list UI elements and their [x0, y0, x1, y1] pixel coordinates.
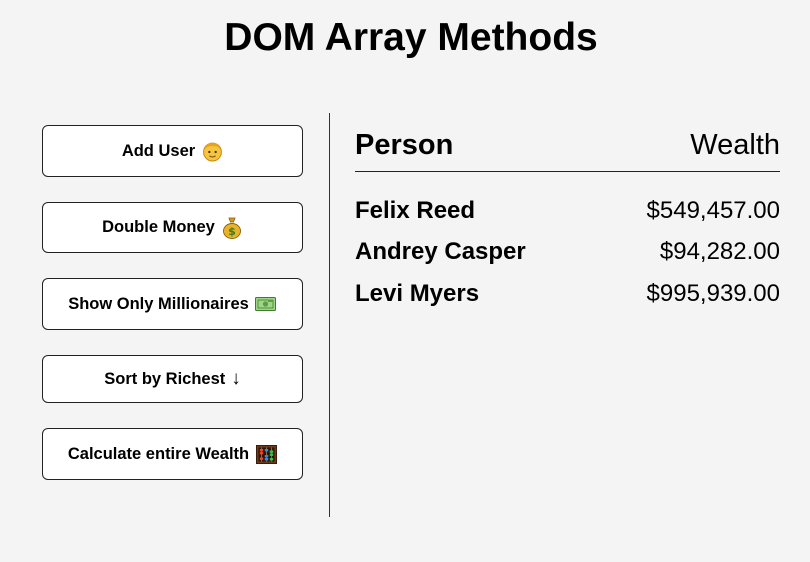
- table-rows: Felix Reed $549,457.00 Andrey Casper $94…: [355, 190, 780, 315]
- person-icon: [201, 140, 223, 162]
- header-wealth: Wealth: [690, 129, 780, 161]
- add-user-button[interactable]: Add User: [42, 125, 303, 177]
- calculate-wealth-button[interactable]: Calculate entire Wealth: [42, 428, 303, 480]
- header-person: Person: [355, 129, 454, 161]
- person-wealth: $549,457.00: [646, 196, 780, 224]
- person-name: Levi Myers: [355, 279, 480, 307]
- sort-richest-label: Sort by Richest: [104, 369, 226, 388]
- calculate-wealth-label: Calculate entire Wealth: [67, 444, 250, 463]
- arrow-down-icon: ↓: [231, 368, 241, 389]
- table-header: Person Wealth: [355, 122, 780, 172]
- page-title: DOM Array Methods: [224, 16, 598, 59]
- double-money-label: Double Money: [102, 218, 215, 236]
- table-row: Andrey Casper $94,282.00: [355, 232, 780, 274]
- wealth-table: Person Wealth Felix Reed $549,457.00 And…: [355, 122, 780, 315]
- table-row: Felix Reed $549,457.00: [355, 190, 780, 232]
- svg-text:$: $: [228, 225, 236, 238]
- show-millionaires-button[interactable]: Show Only Millionaires: [42, 278, 303, 330]
- person-name: Felix Reed: [355, 196, 476, 224]
- person-name: Andrey Casper: [355, 238, 526, 266]
- abacus-icon: [255, 443, 277, 465]
- banknote-icon: [255, 293, 277, 315]
- money-bag-icon: $: [221, 217, 243, 239]
- table-row: Levi Myers $995,939.00: [355, 273, 780, 315]
- person-wealth: $995,939.00: [646, 279, 780, 307]
- person-wealth: $94,282.00: [659, 238, 780, 266]
- add-user-label: Add User: [121, 141, 196, 160]
- double-money-button[interactable]: Double Money $: [42, 202, 303, 253]
- show-millionaires-label: Show Only Millionaires: [68, 294, 249, 313]
- vertical-divider: [329, 113, 330, 517]
- sort-richest-button[interactable]: Sort by Richest ↓: [42, 355, 303, 403]
